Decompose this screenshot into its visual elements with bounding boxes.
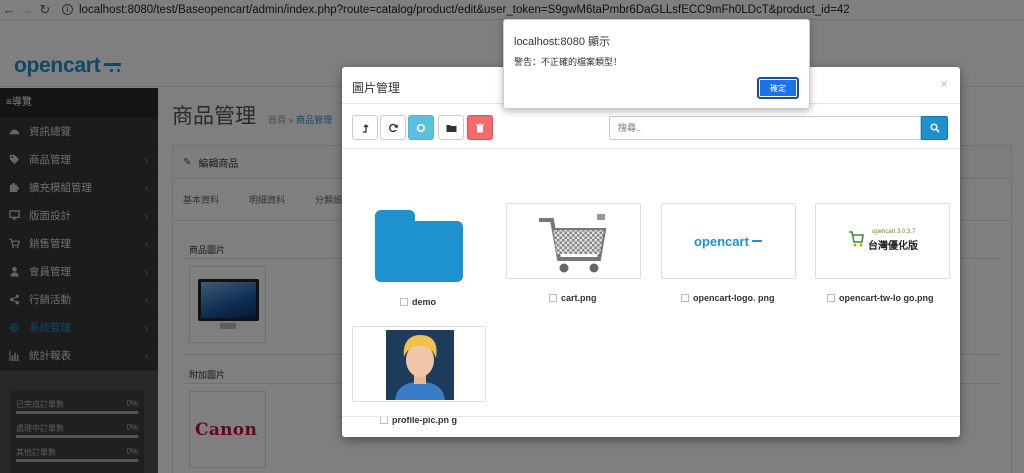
divider (342, 416, 960, 417)
file-label-demo: demo (400, 297, 436, 307)
alert-title: localhost:8080 顯示 (514, 36, 610, 48)
file-label-opencart-logo: opencart-logo. png (681, 293, 775, 303)
browser-alert-dialog: localhost:8080 顯示 警告：不正確的檔案類型！ 確定 (503, 19, 810, 109)
search-button[interactable] (921, 116, 948, 140)
refresh-icon (388, 123, 398, 132)
folder-icon (446, 124, 456, 132)
file-name[interactable]: cart.png (561, 293, 597, 303)
file-checkbox[interactable] (549, 294, 557, 302)
alert-message: 警告：不正確的檔案類型！ (514, 57, 623, 67)
file-checkbox[interactable] (380, 416, 388, 424)
file-label-opencart-tw-logo: opencart-tw-lo go.png (827, 293, 934, 303)
tw-logo-version: opencart 3.0.3.7 (872, 229, 916, 235)
file-name[interactable]: opencart-tw-lo go.png (839, 293, 934, 303)
search-icon (929, 123, 940, 133)
logo-cart-icon (751, 240, 763, 242)
profile-pic-image (386, 330, 454, 400)
file-label-cart: cart.png (549, 293, 597, 303)
parent-folder-button[interactable] (352, 115, 378, 140)
delete-button[interactable] (467, 115, 493, 140)
file-checkbox[interactable] (681, 294, 689, 302)
folder-demo[interactable] (375, 210, 463, 282)
cart-icon-graphic (849, 231, 864, 247)
refresh-button[interactable] (380, 115, 406, 140)
level-up-icon (363, 123, 369, 133)
file-checkbox[interactable] (827, 294, 835, 302)
file-name[interactable]: opencart-logo. png (693, 293, 775, 303)
close-icon[interactable]: × (940, 76, 948, 91)
modal-title: 圖片管理 (352, 81, 401, 95)
trash-icon (476, 123, 484, 132)
file-thumb-profile-pic[interactable] (352, 326, 486, 402)
circle-icon (416, 123, 426, 132)
file-thumb-cart[interactable] (506, 203, 641, 279)
tw-logo-title: 台灣優化版 (868, 241, 918, 252)
cart-icon (848, 229, 864, 249)
logo-text: opencart (694, 234, 749, 249)
file-name[interactable]: demo (412, 297, 436, 307)
file-thumb-opencart-tw-logo[interactable]: opencart 3.0.3.7 台灣優化版 (815, 203, 950, 279)
folder-body (375, 221, 463, 282)
cart-image (539, 214, 607, 273)
ok-button[interactable]: 確定 (757, 77, 799, 99)
search-input[interactable] (609, 116, 921, 140)
divider (342, 148, 960, 149)
image-manager-modal: 圖片管理 × demo (342, 67, 960, 437)
opencart-logo-image: opencart (694, 234, 763, 249)
file-thumb-opencart-logo[interactable]: opencart (661, 203, 796, 279)
file-checkbox[interactable] (400, 298, 408, 306)
new-folder-button[interactable] (438, 115, 464, 140)
upload-button[interactable] (408, 115, 434, 140)
